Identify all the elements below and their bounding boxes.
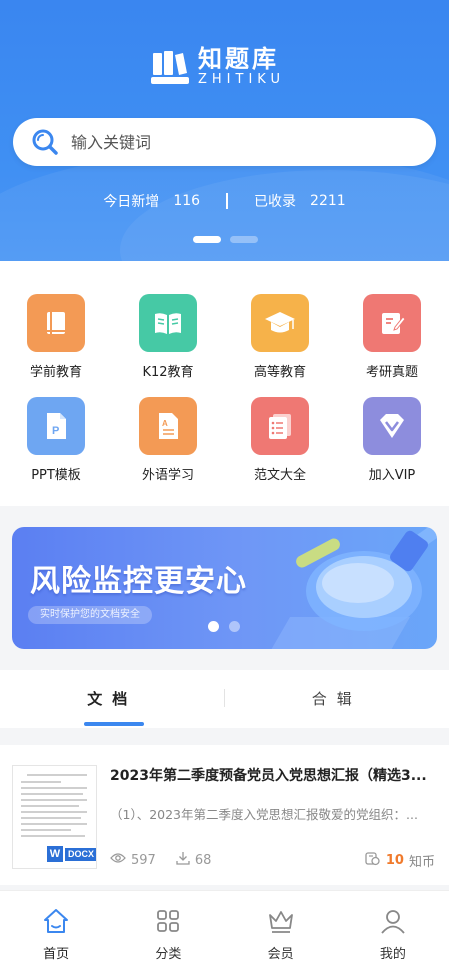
docx-type: DOCX [65,847,96,861]
category-label: 学前教育 [29,365,82,380]
home-icon [42,907,70,935]
banner-dot[interactable] [229,621,240,632]
category-sample-essays[interactable]: 范文大全 [224,397,336,483]
category-preschool[interactable]: 学前教育 [0,294,112,380]
article-list-icon [251,397,309,455]
logo-title: 知题库 [198,45,279,73]
category-higher-education[interactable]: 高等教育 [224,294,336,380]
document-thumbnail[interactable]: W DOCX [12,765,97,869]
download-count: 68 [194,852,212,868]
download-icon [176,851,190,869]
active-tab-indicator [84,722,144,726]
tab-divider [224,689,225,707]
coin-icon [365,851,380,870]
document-stats: 597 68 [110,851,211,869]
category-k12[interactable]: K12教育 [112,294,224,380]
carousel-dot[interactable] [230,236,258,243]
nav-membership[interactable]: 会员 [225,891,337,972]
stats-bar: 今日新增 116 已收录 2211 [0,190,449,212]
category-ppt-templates[interactable]: P PPT模板 [0,397,112,483]
bottom-navigation: 首页 分类 会员 我的 [0,890,449,972]
stats-divider [226,193,229,209]
open-book-icon [139,294,197,352]
carousel-indicator [193,236,258,243]
category-label: 加入VIP [368,468,416,483]
category-foreign-language[interactable]: A 外语学习 [112,397,224,483]
banner-indicator [208,621,240,632]
document-price: 10 知币 [365,851,435,870]
category-label: 考研真题 [365,365,418,380]
docx-letter: W [47,846,63,862]
crown-icon [267,907,295,935]
eye-icon [110,852,126,868]
category-join-vip[interactable]: 加入VIP [336,397,448,483]
price-unit: 知币 [408,855,435,870]
logo-subtitle: ZHITIKU [198,72,285,87]
tab-collections[interactable]: 合辑 [225,670,449,728]
tab-documents[interactable]: 文档 [0,670,225,728]
search-input[interactable] [71,132,401,152]
total-collected-label: 已收录 [254,194,297,210]
promo-banner[interactable]: 风险监控更安心 实时保护您的文档安全 [12,527,437,649]
category-label: 外语学习 [141,468,194,483]
category-label: K12教育 [142,365,194,380]
edit-document-icon [363,294,421,352]
carousel-dot[interactable] [193,236,221,243]
nav-categories[interactable]: 分类 [112,891,224,972]
svg-text:A: A [162,419,168,428]
graduation-cap-icon [251,294,309,352]
grid-icon [154,907,182,935]
user-icon [379,907,407,935]
hero-header: 知题库 ZHITIKU 今日新增 116 已收录 2211 [0,0,449,261]
svg-text:P: P [52,425,59,437]
category-label: 高等教育 [253,365,306,380]
banner-subtitle: 实时保护您的文档安全 [28,606,152,624]
total-collected-value: 2211 [310,193,346,209]
nav-profile[interactable]: 我的 [337,891,449,972]
document-snippet: （1）、2023年第二季度入党思想汇报敬爱的党组织：... [110,807,418,822]
docx-file-icon: W DOCX [47,846,96,862]
nav-label: 首页 [43,947,70,962]
book-icon [27,294,85,352]
category-postgrad-exam[interactable]: 考研真题 [336,294,448,380]
search-icon[interactable] [31,128,59,156]
content-tabs: 文档 合辑 [0,670,449,728]
view-count: 597 [131,852,156,868]
ppt-file-icon: P [27,397,85,455]
nav-home[interactable]: 首页 [0,891,112,972]
document-title[interactable]: 2023年第二季度预备党员入党思想汇报（精选3... [110,765,440,785]
nav-label: 分类 [155,947,182,962]
nav-label: 会员 [267,947,294,962]
search-bar[interactable] [13,118,436,166]
banner-title: 风险监控更安心 [30,564,247,599]
vip-diamond-icon [363,397,421,455]
language-document-icon: A [139,397,197,455]
category-label: PPT模板 [31,468,81,483]
today-new-label: 今日新增 [103,194,160,210]
logo-book-icon [150,47,190,87]
today-new-value: 116 [173,193,201,209]
category-label: 范文大全 [253,468,306,483]
document-list-item[interactable]: W DOCX 2023年第二季度预备党员入党思想汇报（精选3... （1）、20… [0,745,449,885]
nav-label: 我的 [379,947,406,962]
category-grid: 学前教育 K12教育 高等教育 考研真题 P PPT模板 A 外语学习 范文大全… [0,261,449,506]
app-logo: 知题库 ZHITIKU [150,44,310,90]
price-value: 10 [385,853,404,868]
banner-dot[interactable] [208,621,219,632]
